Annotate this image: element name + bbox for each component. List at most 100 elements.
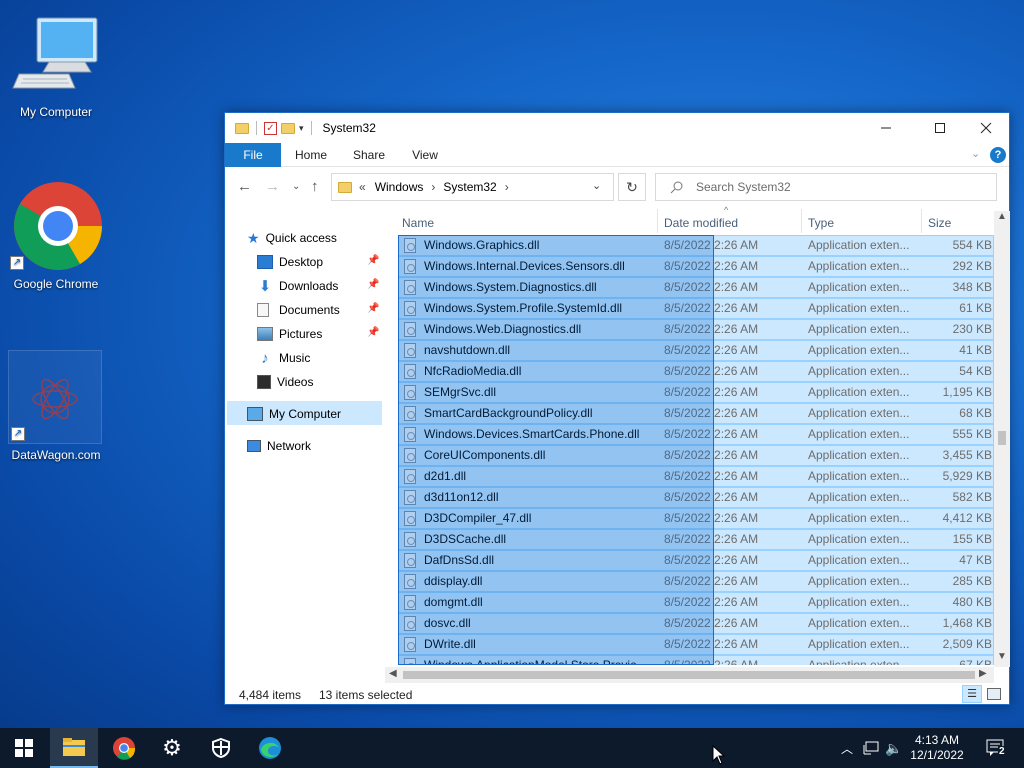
search-box[interactable]: Search System32: [655, 173, 997, 201]
forward-button[interactable]: →: [265, 178, 280, 195]
computer-icon: [247, 407, 263, 421]
nav-item-my-computer[interactable]: My Computer: [247, 403, 341, 425]
nav-label: Music: [279, 351, 311, 365]
nav-item-downloads[interactable]: ⬇ Downloads: [257, 275, 339, 297]
recent-locations-button[interactable]: ⌄: [292, 181, 300, 192]
nav-item-desktop[interactable]: Desktop: [257, 251, 323, 273]
scroll-up-arrow-icon[interactable]: ▲: [997, 211, 1007, 222]
taskbar-settings[interactable]: ⚙: [148, 728, 196, 768]
show-hidden-icons-button[interactable]: ︿: [838, 728, 856, 768]
help-icon[interactable]: ?: [990, 147, 1006, 163]
file-type: Application exten...: [808, 238, 910, 252]
scroll-left-arrow-icon[interactable]: ◀: [389, 668, 397, 679]
vertical-scrollbar[interactable]: ▲ ▼: [994, 211, 1010, 667]
scroll-right-arrow-icon[interactable]: ▶: [979, 668, 987, 679]
volume-tray-button[interactable]: 🔈: [883, 728, 905, 768]
horizontal-scrollbar[interactable]: ◀ ▶: [385, 667, 994, 683]
new-folder-icon[interactable]: [281, 122, 295, 134]
nav-item-pictures[interactable]: Pictures: [257, 323, 322, 345]
taskbar-edge[interactable]: [246, 728, 294, 768]
file-type: Application exten...: [808, 616, 910, 630]
file-size: 61 KB: [959, 301, 992, 315]
nav-item-network[interactable]: Network: [247, 435, 311, 457]
pin-icon: 📌: [367, 255, 380, 266]
file-type: Application exten...: [808, 322, 910, 336]
breadcrumb-system32[interactable]: System32: [443, 180, 496, 194]
file-type: Application exten...: [808, 637, 910, 651]
clock[interactable]: 4:13 AM 12/1/2022: [905, 728, 969, 768]
file-type: Application exten...: [808, 553, 910, 567]
tab-home[interactable]: Home: [287, 143, 335, 167]
taskbar: ⚙ ︿ 🔈 4:13 AM 12/1/2022 2: [0, 728, 1024, 768]
tab-share[interactable]: Share: [345, 143, 393, 167]
taskbar-file-explorer[interactable]: [50, 728, 98, 768]
nav-item-documents[interactable]: Documents: [257, 299, 340, 321]
file-size: 582 KB: [952, 490, 992, 504]
scroll-down-arrow-icon[interactable]: ▼: [997, 651, 1007, 662]
nav-label: Videos: [277, 375, 314, 389]
column-separator[interactable]: [921, 209, 922, 233]
details-view-icon[interactable]: ☰: [962, 685, 982, 703]
file-explorer-window: ✓ ▾ System32 File Home Share View ⌄ ? ← …: [224, 112, 1010, 705]
file-size: 3,455 KB: [942, 448, 992, 462]
settings-icon: ⚙: [162, 735, 182, 760]
close-icon: [980, 122, 992, 134]
action-center-button[interactable]: 2: [978, 728, 1014, 768]
up-button[interactable]: ↑: [311, 178, 319, 195]
nav-item-videos[interactable]: Videos: [257, 371, 313, 393]
folder-icon: [338, 181, 352, 193]
chevron-up-icon: ︿: [840, 741, 853, 756]
address-row: ← → ⌄ ↑ « Windows › System32 › ⌄ ↻ Searc…: [225, 168, 1009, 208]
column-header-type[interactable]: Type: [808, 211, 920, 235]
file-type: Application exten...: [808, 343, 910, 357]
taskbar-security[interactable]: [197, 728, 245, 768]
column-header-date-modified[interactable]: Date modified: [664, 211, 800, 235]
ribbon: File Home Share View ⌄ ?: [225, 143, 1009, 167]
refresh-button[interactable]: ↻: [618, 173, 646, 201]
network-tray-button[interactable]: [860, 728, 882, 768]
nav-quick-access[interactable]: ★ Quick access: [247, 227, 337, 249]
address-bar[interactable]: « Windows › System32 › ⌄: [331, 173, 614, 201]
scroll-thumb[interactable]: [403, 671, 975, 679]
title-bar[interactable]: ✓ ▾ System32: [225, 113, 1009, 143]
minimize-button[interactable]: [863, 113, 909, 143]
network-icon: [247, 440, 261, 452]
file-size: 1,195 KB: [942, 385, 992, 399]
address-dropdown-icon[interactable]: ⌄: [592, 179, 601, 192]
desktop-icon-google-chrome[interactable]: ↗ Google Chrome: [8, 180, 104, 291]
file-size: 4,412 KB: [942, 511, 992, 525]
properties-icon[interactable]: ✓: [264, 121, 277, 135]
nav-item-music[interactable]: ♪ Music: [257, 347, 310, 369]
desktop-icon-datawagon[interactable]: ↗: [8, 350, 102, 444]
file-size: 155 KB: [952, 532, 992, 546]
back-button[interactable]: ←: [237, 178, 252, 195]
expand-ribbon-icon[interactable]: ⌄: [971, 147, 980, 160]
file-size: 1,468 KB: [942, 616, 992, 630]
column-separator[interactable]: [801, 209, 802, 233]
search-icon: [670, 181, 683, 194]
column-header-size[interactable]: Size: [928, 211, 994, 235]
desktop-icon-my-computer[interactable]: My Computer: [8, 14, 104, 119]
file-type: Application exten...: [808, 364, 910, 378]
scroll-thumb[interactable]: [998, 431, 1006, 445]
nav-label: Desktop: [279, 255, 324, 269]
address-prefix[interactable]: «: [359, 180, 366, 194]
tab-view[interactable]: View: [401, 143, 449, 167]
breadcrumb-separator: ›: [504, 180, 509, 194]
window-title: System32: [322, 121, 376, 135]
customize-qat-icon[interactable]: ▾: [299, 123, 304, 134]
tab-file[interactable]: File: [225, 143, 281, 167]
large-icons-view-icon[interactable]: [987, 688, 1001, 700]
breadcrumb-windows[interactable]: Windows: [375, 180, 424, 194]
maximize-button[interactable]: [917, 113, 963, 143]
column-separator[interactable]: [657, 209, 658, 233]
file-size: 2,509 KB: [942, 637, 992, 651]
speaker-icon: 🔈: [885, 739, 903, 756]
pin-icon: 📌: [367, 327, 380, 338]
star-icon: ★: [247, 229, 260, 246]
taskbar-chrome[interactable]: [100, 728, 148, 768]
file-size: 554 KB: [952, 238, 992, 252]
column-header-name[interactable]: Name: [402, 211, 656, 235]
start-button[interactable]: [0, 728, 48, 768]
close-button[interactable]: [963, 113, 1009, 143]
